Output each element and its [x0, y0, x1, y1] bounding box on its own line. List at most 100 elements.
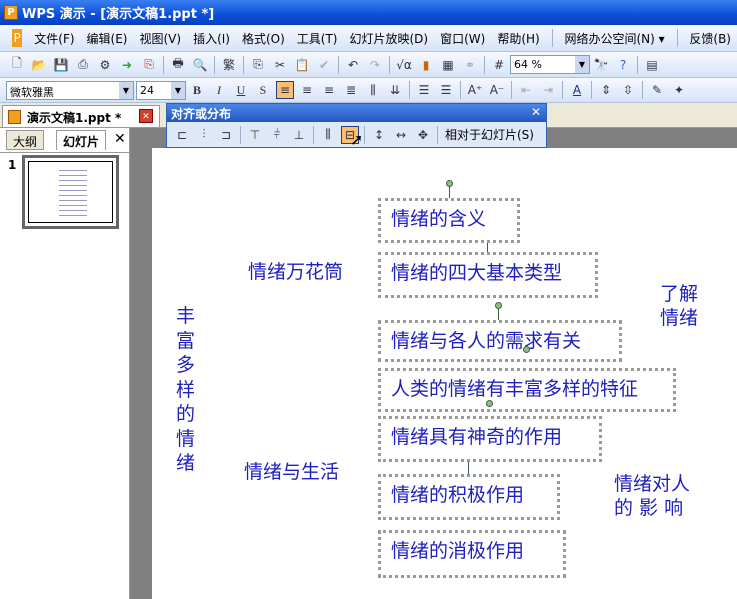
find-icon[interactable]: 🔭 — [592, 56, 610, 74]
document-tab[interactable]: 演示文稿1.ppt * ✕ — [2, 105, 160, 127]
close-panel-icon[interactable]: ✕ — [114, 131, 126, 147]
cut-icon[interactable]: ✂ — [271, 56, 289, 74]
stretch-horizontal-icon[interactable]: ↔ — [392, 126, 410, 144]
divider — [240, 125, 241, 144]
presentation-icon — [8, 110, 21, 124]
menu-view[interactable]: 视图(V) — [140, 30, 182, 47]
numbering-icon[interactable]: ☰ — [415, 81, 433, 99]
divider — [163, 55, 164, 74]
redo-icon[interactable]: ↷ — [366, 56, 384, 74]
new-slide-icon[interactable]: ✦ — [670, 81, 688, 99]
traditional-chinese-button[interactable]: 繁 — [220, 56, 238, 74]
decrease-indent-icon[interactable]: ⇤ — [517, 81, 535, 99]
increase-indent-icon[interactable]: ⇥ — [539, 81, 557, 99]
formula-icon[interactable]: √α — [395, 56, 413, 74]
rotation-handle[interactable] — [523, 346, 530, 353]
align-bottom-icon[interactable]: ⊥ — [290, 126, 308, 144]
format-painter-icon[interactable]: ✔ — [315, 56, 333, 74]
pdf-icon[interactable]: ⎘ — [140, 56, 158, 74]
edit-icon[interactable]: ✎ — [648, 81, 666, 99]
wps-menu-icon[interactable]: P — [12, 29, 23, 47]
menu-feedback[interactable]: 反馈(B) — [689, 30, 731, 47]
align-center-icon[interactable]: ≡ — [298, 81, 316, 99]
decrease-font-icon[interactable]: A⁻ — [488, 81, 506, 99]
textbox-definition[interactable]: 情绪的含义 — [378, 198, 520, 243]
stretch-both-icon[interactable]: ✥ — [414, 126, 432, 144]
bullets-icon[interactable]: ☰ — [437, 81, 455, 99]
slide-thumbnail[interactable] — [22, 155, 119, 229]
relative-to-slide-button[interactable]: 相对于幻灯片(S) — [445, 126, 534, 143]
open-icon[interactable]: 📂 — [30, 56, 48, 74]
stretch-vertical-icon[interactable]: ↕ — [370, 126, 388, 144]
line-spacing-icon[interactable]: ⇕ — [597, 81, 615, 99]
align-center-horizontal-icon[interactable]: ⫶ — [195, 126, 213, 144]
shadow-button[interactable]: S — [254, 81, 272, 99]
underline-button[interactable]: U — [232, 81, 250, 99]
textbox-negative[interactable]: 情绪的消极作用 — [378, 530, 566, 578]
divider — [562, 81, 563, 99]
align-left-icon[interactable]: ≡ — [276, 81, 294, 99]
paragraph-spacing-icon[interactable]: ⇳ — [619, 81, 637, 99]
label-understand[interactable]: 了解 情绪 — [660, 282, 698, 330]
align-toolbar-titlebar[interactable]: 对齐或分布 ✕ — [167, 104, 546, 122]
font-color-icon[interactable]: A — [568, 81, 586, 99]
align-middle-icon[interactable]: ⫩ — [268, 126, 286, 144]
font-select[interactable]: 微软雅黑 ▼ — [6, 80, 134, 100]
textbox-magic[interactable]: 情绪具有神奇的作用 — [378, 416, 602, 462]
close-tab-icon[interactable]: ✕ — [139, 109, 153, 123]
bold-button[interactable]: B — [188, 81, 206, 99]
print-icon[interactable]: 🖶 — [169, 56, 187, 74]
table-icon[interactable]: ▦ — [439, 56, 457, 74]
copy-icon[interactable]: ⎘ — [249, 56, 267, 74]
textbox-positive[interactable]: 情绪的积极作用 — [378, 474, 560, 520]
divider — [214, 55, 215, 74]
menu-tools[interactable]: 工具(T) — [297, 30, 338, 47]
undo-icon[interactable]: ↶ — [344, 56, 362, 74]
textbox-four-types[interactable]: 情绪的四大基本类型 — [378, 252, 598, 298]
align-right-icon[interactable]: ⊐ — [217, 126, 235, 144]
textbox-needs[interactable]: 情绪与各人的需求有关 — [378, 320, 622, 362]
grid-icon[interactable]: # — [490, 56, 508, 74]
distribute-icon[interactable]: ⫼ — [364, 81, 382, 99]
align-left-icon[interactable]: ⊏ — [173, 126, 191, 144]
chart-icon[interactable]: ▮ — [417, 56, 435, 74]
menu-format[interactable]: 格式(O) — [242, 30, 285, 47]
export-icon[interactable]: ⎙ — [74, 56, 92, 74]
label-vertical-diverse[interactable]: 丰 富 多 样 的 情 绪 — [176, 304, 195, 476]
menu-help[interactable]: 帮助(H) — [497, 30, 539, 47]
increase-font-icon[interactable]: A⁺ — [466, 81, 484, 99]
distribute-horizontal-icon[interactable]: ⫼ — [319, 126, 337, 144]
zoom-select[interactable]: 64 % ▼ — [510, 55, 590, 74]
justify-icon[interactable]: ≣ — [342, 81, 360, 99]
menu-slideshow[interactable]: 幻灯片放映(D) — [350, 30, 429, 47]
menu-office-space[interactable]: 网络办公空间(N) ▾ — [564, 30, 664, 47]
label-kaleidoscope[interactable]: 情绪万花筒 — [248, 260, 343, 284]
font-size-select[interactable]: 24 ▼ — [136, 80, 186, 100]
tab-slides[interactable]: 幻灯片 — [56, 130, 107, 150]
layout-icon[interactable]: ▤ — [643, 56, 661, 74]
label-effect[interactable]: 情绪对人 的 影 响 — [614, 472, 690, 520]
save-icon[interactable]: 💾 — [52, 56, 70, 74]
hyperlink-icon[interactable]: ⚭ — [461, 56, 479, 74]
print-preview-icon[interactable]: 🔍 — [191, 56, 209, 74]
rotation-handle[interactable] — [446, 180, 453, 187]
menu-file[interactable]: 文件(F) — [34, 30, 74, 47]
tab-outline[interactable]: 大纲 — [6, 130, 45, 150]
label-life[interactable]: 情绪与生活 — [244, 460, 339, 484]
rotation-handle[interactable] — [495, 302, 502, 309]
menu-window[interactable]: 窗口(W) — [440, 30, 485, 47]
menu-edit[interactable]: 编辑(E) — [87, 30, 128, 47]
help-icon[interactable]: ? — [614, 56, 632, 74]
menu-insert[interactable]: 插入(I) — [193, 30, 230, 47]
align-right-icon[interactable]: ≡ — [320, 81, 338, 99]
new-icon[interactable]: 🗋 — [8, 56, 26, 74]
send-icon[interactable]: ➜ — [118, 56, 136, 74]
align-top-icon[interactable]: ⊤ — [246, 126, 264, 144]
close-icon[interactable]: ✕ — [531, 105, 541, 119]
italic-button[interactable]: I — [210, 81, 228, 99]
textbox-diversity[interactable]: 人类的情绪有丰富多样的特征 — [378, 368, 676, 412]
paste-icon[interactable]: 📋 — [293, 56, 311, 74]
vertical-text-icon[interactable]: ⇊ — [386, 81, 404, 99]
rotation-handle[interactable] — [486, 400, 493, 407]
permission-icon[interactable]: ⚙ — [96, 56, 114, 74]
